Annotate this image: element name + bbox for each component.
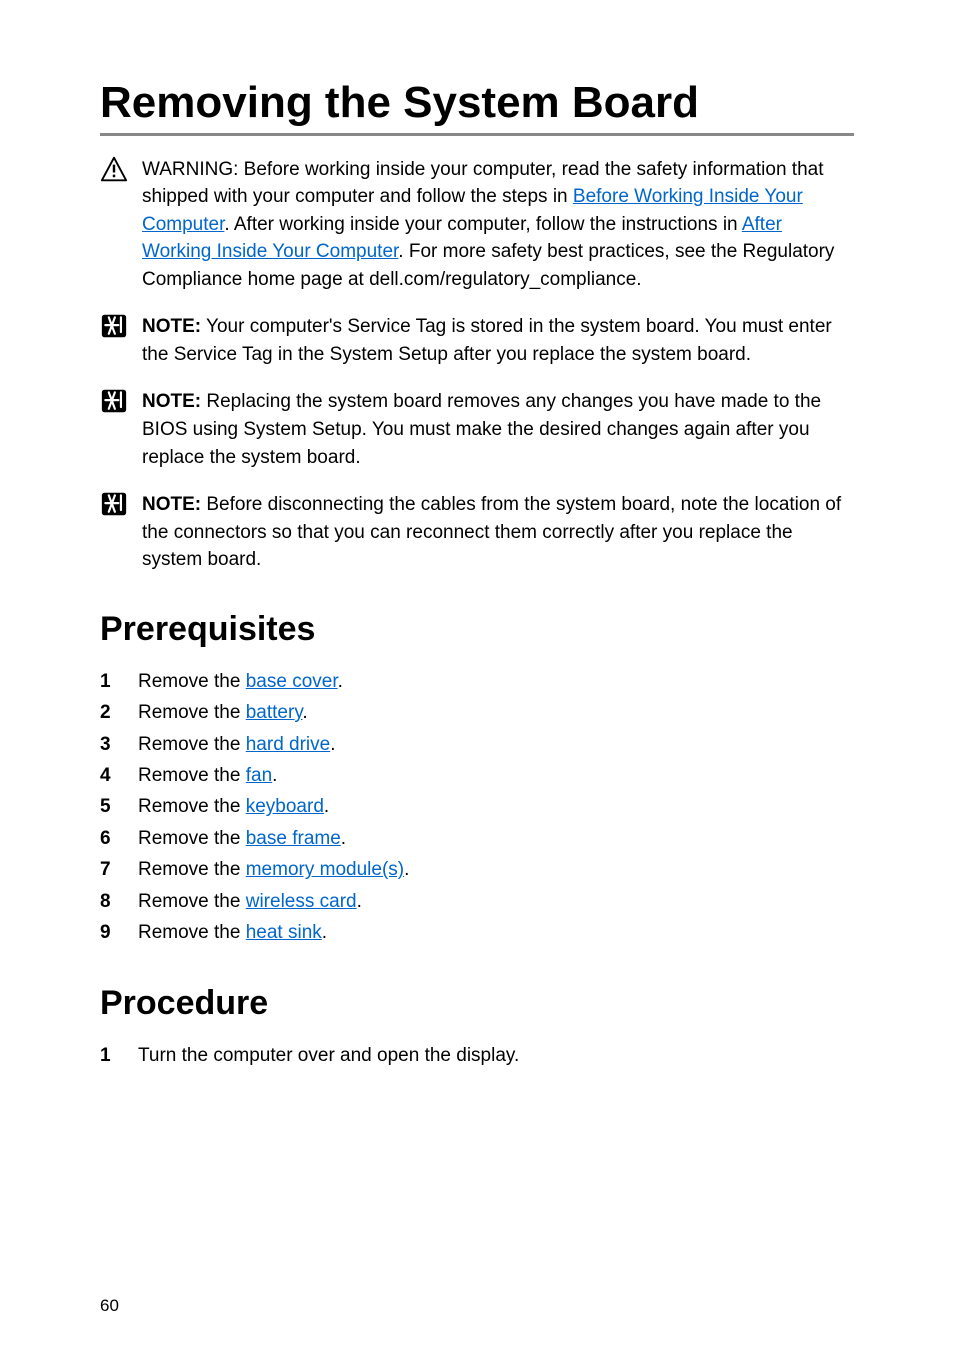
list-item: 4Remove the fan.: [100, 761, 854, 790]
list-item: 1Turn the computer over and open the dis…: [100, 1041, 854, 1070]
link-heat-sink[interactable]: heat sink: [246, 922, 322, 943]
link-hard-drive[interactable]: hard drive: [246, 734, 331, 755]
list-item: 5Remove the keyboard.: [100, 792, 854, 821]
step-pre: Remove the: [138, 671, 246, 692]
step-number: 5: [100, 792, 138, 821]
warning-text: WARNING: Before working inside your comp…: [142, 156, 854, 294]
list-item: 1Remove the base cover.: [100, 667, 854, 696]
link-wireless-card[interactable]: wireless card: [246, 891, 357, 912]
step-number: 7: [100, 855, 138, 884]
note-icon: [100, 313, 128, 339]
step-pre: Remove the: [138, 891, 246, 912]
note-text: NOTE: Before disconnecting the cables fr…: [142, 491, 854, 574]
list-item: 3Remove the hard drive.: [100, 730, 854, 759]
list-item: 8Remove the wireless card.: [100, 887, 854, 916]
note-callout: NOTE: Replacing the system board removes…: [100, 388, 854, 471]
list-item: 7Remove the memory module(s).: [100, 855, 854, 884]
link-fan[interactable]: fan: [246, 765, 272, 786]
step-post: .: [324, 796, 329, 817]
note-text: NOTE: Your computer's Service Tag is sto…: [142, 313, 854, 368]
step-pre: Remove the: [138, 734, 246, 755]
step-pre: Remove the: [138, 765, 246, 786]
step-number: 3: [100, 730, 138, 759]
step-post: .: [404, 859, 409, 880]
note-callout: NOTE: Your computer's Service Tag is sto…: [100, 313, 854, 368]
link-base-frame[interactable]: base frame: [246, 828, 341, 849]
step-number: 4: [100, 761, 138, 790]
step-number: 2: [100, 698, 138, 727]
step-post: .: [357, 891, 362, 912]
step-post: .: [322, 922, 327, 943]
step-post: .: [272, 765, 277, 786]
link-memory-modules[interactable]: memory module(s): [246, 859, 404, 880]
step-number: 6: [100, 824, 138, 853]
note-callout: NOTE: Before disconnecting the cables fr…: [100, 491, 854, 574]
step-pre: Remove the: [138, 922, 246, 943]
list-item: 9Remove the heat sink.: [100, 918, 854, 947]
step-number: 8: [100, 887, 138, 916]
note-text: NOTE: Replacing the system board removes…: [142, 388, 854, 471]
step-post: .: [338, 671, 343, 692]
page-number: 60: [100, 1296, 119, 1316]
page-title: Removing the System Board: [100, 78, 854, 136]
step-pre: Remove the: [138, 859, 246, 880]
note-label: NOTE:: [142, 316, 201, 337]
step-number: 1: [100, 1041, 138, 1070]
section-prerequisites: Prerequisites: [100, 610, 854, 649]
link-keyboard[interactable]: keyboard: [246, 796, 324, 817]
step-pre: Remove the: [138, 828, 246, 849]
note-icon: [100, 491, 128, 517]
note-body: Your computer's Service Tag is stored in…: [142, 316, 832, 365]
prerequisites-list: 1Remove the base cover. 2Remove the batt…: [100, 667, 854, 948]
note-label: NOTE:: [142, 391, 201, 412]
warning-label: WARNING:: [142, 159, 238, 180]
step-text: Turn the computer over and open the disp…: [138, 1041, 854, 1070]
list-item: 6Remove the base frame.: [100, 824, 854, 853]
list-item: 2Remove the battery.: [100, 698, 854, 727]
step-number: 9: [100, 918, 138, 947]
note-label: NOTE:: [142, 494, 201, 515]
step-post: .: [341, 828, 346, 849]
note-body: Before disconnecting the cables from the…: [142, 494, 841, 570]
warning-t2: . After working inside your computer, fo…: [224, 214, 741, 235]
warning-icon: [100, 156, 128, 182]
step-post: .: [330, 734, 335, 755]
section-procedure: Procedure: [100, 984, 854, 1023]
step-number: 1: [100, 667, 138, 696]
step-pre: Remove the: [138, 702, 246, 723]
link-battery[interactable]: battery: [246, 702, 303, 723]
note-body: Replacing the system board removes any c…: [142, 391, 821, 467]
warning-callout: WARNING: Before working inside your comp…: [100, 156, 854, 294]
note-icon: [100, 388, 128, 414]
procedure-list: 1Turn the computer over and open the dis…: [100, 1041, 854, 1070]
step-post: .: [302, 702, 307, 723]
link-base-cover[interactable]: base cover: [246, 671, 338, 692]
step-pre: Remove the: [138, 796, 246, 817]
